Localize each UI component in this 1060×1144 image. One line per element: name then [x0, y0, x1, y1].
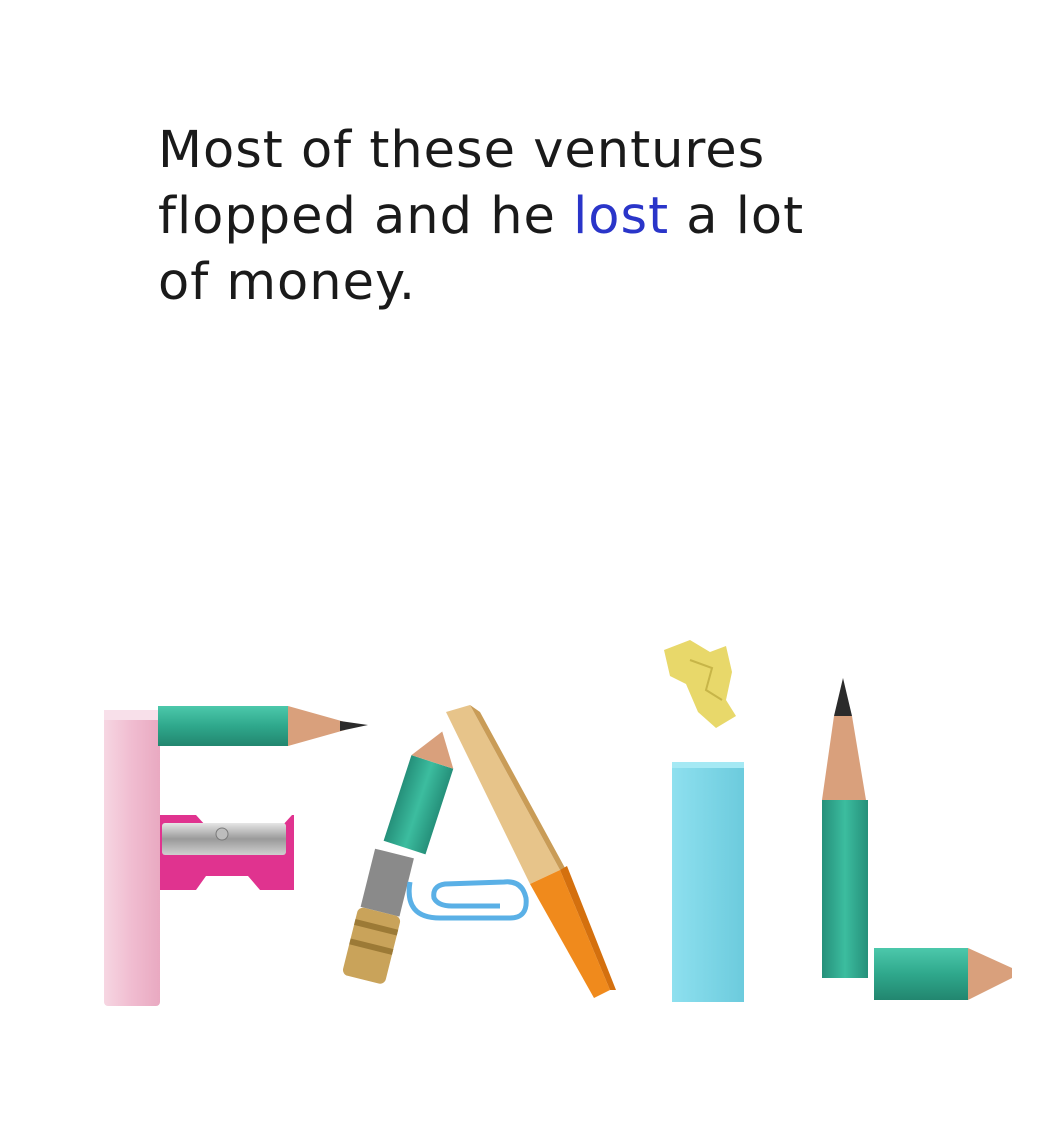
caption-line-1: Most of these ventures: [158, 121, 766, 180]
orange-broken-pencil: [446, 705, 616, 998]
pencil-sharpener: [160, 815, 294, 890]
caption-highlight-word: lost: [573, 187, 670, 246]
green-pencil-horizontal: [158, 706, 368, 746]
green-pencil-vertical: [822, 678, 868, 978]
fail-stationery-illustration: [104, 640, 1012, 1006]
caption-line-3: of money.: [158, 253, 417, 312]
broken-pencil: [383, 731, 454, 855]
pink-chalk: [104, 710, 160, 1006]
caption-line-2-start: flopped and he: [158, 187, 556, 246]
caption-text: Most of these ventures flopped and he lo…: [158, 118, 938, 316]
paper-clip: [406, 879, 529, 921]
pencil-stub: [874, 948, 1012, 1000]
caption-line-2-end: a lot: [686, 187, 805, 246]
pencil-eraser-end: [342, 848, 414, 984]
eraser: [672, 762, 744, 1002]
crumpled-paper: [664, 640, 736, 728]
